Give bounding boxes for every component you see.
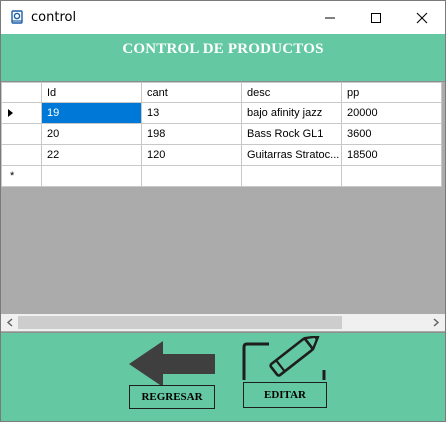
products-table: Id cant desc pp 19 13 bajo afinity jazz …: [1, 82, 442, 187]
table-cell-desc[interactable]: Bass Rock GL1: [241, 123, 342, 145]
maximize-icon: [371, 12, 381, 23]
back-arrow-icon[interactable]: [129, 341, 215, 387]
close-button[interactable]: [399, 1, 445, 34]
new-cell[interactable]: [41, 165, 142, 187]
table-cell-pp[interactable]: 18500: [341, 144, 442, 166]
new-cell[interactable]: [141, 165, 242, 187]
back-button[interactable]: REGRESAR: [129, 385, 215, 409]
new-cell[interactable]: [341, 165, 442, 187]
edit-icon[interactable]: [241, 335, 329, 382]
table-row[interactable]: 20 198 Bass Rock GL1 3600: [1, 123, 442, 145]
table-cell-id[interactable]: 20: [41, 123, 142, 145]
table-row[interactable]: 22 120 Guitarras Stratoc... 18500: [1, 144, 442, 166]
column-header-desc[interactable]: desc: [241, 82, 342, 103]
row-header[interactable]: [1, 144, 42, 166]
scrollbar-thumb[interactable]: [18, 316, 342, 329]
page-title: CONTROL DE PRODUCTOS: [122, 41, 324, 57]
title-bar[interactable]: control: [1, 1, 445, 34]
table-row[interactable]: 19 13 bajo afinity jazz 20000: [1, 102, 442, 124]
row-header-corner[interactable]: [1, 82, 42, 103]
column-header-pp[interactable]: pp: [341, 82, 442, 103]
horizontal-scrollbar[interactable]: [1, 314, 445, 331]
row-header[interactable]: *: [1, 165, 42, 187]
current-row-icon: [8, 109, 13, 117]
new-row[interactable]: *: [1, 165, 442, 187]
table-cell-pp[interactable]: 3600: [341, 123, 442, 145]
new-row-marker: *: [10, 170, 15, 182]
row-header[interactable]: [1, 102, 42, 124]
table-cell-cant[interactable]: 13: [141, 102, 242, 124]
table-cell-cant[interactable]: 198: [141, 123, 242, 145]
row-header[interactable]: [1, 123, 42, 145]
window-title: control: [31, 10, 77, 25]
header-row: Id cant desc pp: [1, 82, 442, 103]
scroll-left-button[interactable]: [3, 314, 17, 331]
edit-button[interactable]: EDITAR: [243, 382, 327, 408]
app-window: control CONTROL DE PRODUCTOS Id cant des…: [0, 0, 446, 422]
new-cell[interactable]: [241, 165, 342, 187]
table-cell-desc[interactable]: bajo afinity jazz: [241, 102, 342, 124]
products-datagrid[interactable]: Id cant desc pp 19 13 bajo afinity jazz …: [1, 81, 445, 333]
close-icon: [416, 12, 428, 23]
maximize-button[interactable]: [353, 1, 399, 34]
chevron-left-icon: [6, 318, 13, 327]
scroll-right-button[interactable]: [429, 314, 443, 331]
column-header-cant[interactable]: cant: [141, 82, 242, 103]
app-icon: [9, 9, 25, 25]
table-cell-desc[interactable]: Guitarras Stratoc...: [241, 144, 342, 166]
table-cell-pp[interactable]: 20000: [341, 102, 442, 124]
table-cell-cant[interactable]: 120: [141, 144, 242, 166]
chevron-right-icon: [433, 318, 440, 327]
column-header-id[interactable]: Id: [41, 82, 142, 103]
minimize-button[interactable]: [307, 1, 353, 34]
table-cell-id[interactable]: 19: [41, 102, 142, 124]
minimize-icon: [325, 17, 335, 18]
table-cell-id[interactable]: 22: [41, 144, 142, 166]
